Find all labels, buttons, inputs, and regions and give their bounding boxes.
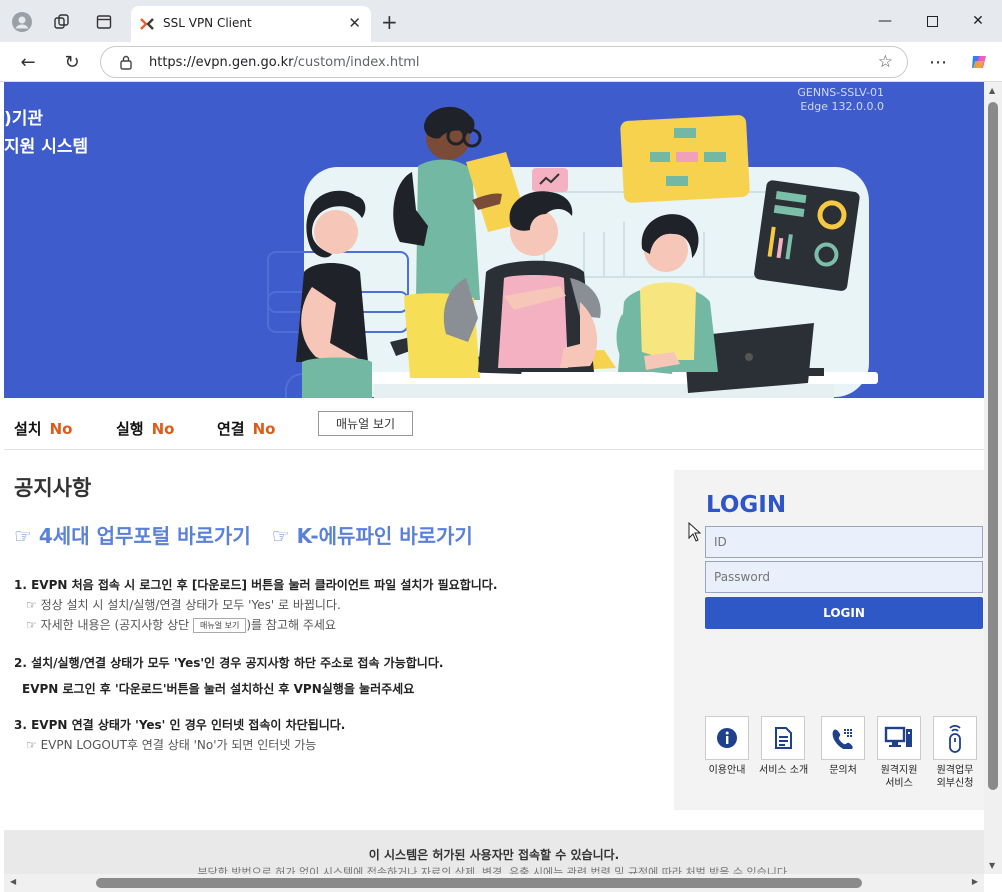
footer-notice: 이 시스템은 허가된 사용자만 접속할 수 있습니다. [368, 848, 620, 862]
run-status: 실행 No [116, 420, 175, 438]
scroll-right-icon[interactable]: ▶ [972, 877, 978, 886]
scroll-down-icon[interactable]: ▼ [989, 861, 995, 870]
k-edufine-link[interactable]: ☞ K-에듀파인 바로가기 [272, 524, 473, 548]
notice-item-2: 2. 설치/실행/연결 상태가 모두 'Yes'인 경우 공지사항 하단 주소로… [14, 656, 444, 670]
remote-device-icon [949, 725, 961, 753]
hero-title-line2: 지원 시스템 [4, 137, 89, 157]
team-meeting-illustration [267, 106, 878, 398]
url-text: https://evpn.gen.go.kr/custom/index.html [149, 55, 420, 70]
url-input[interactable]: https://evpn.gen.go.kr/custom/index.html… [100, 46, 908, 78]
horizontal-scrollbar[interactable]: ◀ ▶ [4, 874, 984, 892]
vertical-scrollbar[interactable]: ▲ ▼ [984, 82, 1002, 874]
edu-portal-link[interactable]: ☞ 4세대 업무포털 바로가기 [14, 524, 251, 548]
tab-title: SSL VPN Client [163, 16, 252, 30]
tab-ssl-vpn[interactable]: SSL VPN Client ✕ [131, 6, 371, 42]
refresh-icon[interactable]: ↻ [60, 50, 84, 74]
back-icon[interactable]: ← [16, 50, 40, 74]
window-close-icon[interactable]: ✕ [963, 8, 993, 34]
tab-actions-icon[interactable] [93, 11, 115, 33]
login-title: LOGIN [706, 492, 787, 518]
service-intro-button[interactable]: 서비스 소개 [759, 716, 808, 777]
portal-links: ☞ 4세대 업무포털 바로가기 ☞ K-에듀파인 바로가기 [14, 520, 487, 549]
copilot-icon[interactable] [967, 50, 991, 74]
login-button[interactable]: LOGIN [705, 597, 983, 629]
remote-work-request-button[interactable]: 원격업무 외부신청 [931, 716, 979, 790]
contact-button[interactable]: 문의처 [819, 716, 867, 777]
workspaces-icon[interactable] [51, 11, 73, 33]
service-guide-button[interactable]: 이용안내 [703, 716, 751, 777]
document-icon [775, 727, 792, 749]
remote-support-icon [884, 726, 912, 747]
scroll-up-icon[interactable]: ▲ [989, 86, 995, 95]
notice-item-1-sub-2: ☞ 자세한 내용은 (공지사항 상단 매뉴얼 보기)를 참고해 주세요 [26, 618, 336, 633]
login-panel: LOGIN LOGIN 이용안내 서비스 소개 문의처 원격지원 서 [674, 470, 984, 810]
manual-view-button[interactable]: 매뉴얼 보기 [318, 411, 413, 436]
info-icon [717, 728, 737, 748]
notice-item-1-sub-1: ☞ 정상 설치 시 설치/실행/연결 상태가 모두 'Yes' 로 바뀝니다. [26, 598, 341, 612]
notice-title: 공지사항 [14, 476, 92, 500]
lock-icon[interactable] [119, 54, 133, 74]
notice-item-1: 1. EVPN 처음 접속 시 로그인 후 [다운로드] 버튼을 눌러 클라이언… [14, 578, 498, 592]
footer: 이 시스템은 허가된 사용자만 접속할 수 있습니다. 부당한 방법으로 허가 … [4, 830, 984, 874]
hero-banner: )기관 지원 시스템 GENNS-SSLV-01 Edge 132.0.0.0 [4, 82, 984, 398]
notice-item-3: 3. EVPN 연결 상태가 'Yes' 인 경우 인터넷 접속이 차단됩니다. [14, 718, 346, 732]
horizontal-scroll-thumb[interactable] [96, 878, 862, 888]
inline-manual-button[interactable]: 매뉴얼 보기 [193, 618, 247, 633]
notice-item-3-sub: ☞ EVPN LOGOUT후 연결 상태 'No'가 되면 인터넷 가능 [26, 738, 317, 752]
vertical-scroll-thumb[interactable] [988, 102, 998, 790]
mouse-cursor-icon [688, 522, 702, 542]
close-icon[interactable]: ✕ [348, 14, 361, 32]
site-favicon-icon [139, 16, 155, 36]
footer-warning: 부당한 방법으로 허가 없이 시스템에 접속하거나 자료의 삭제, 변경, 유출… [197, 866, 791, 874]
phone-icon [832, 729, 853, 749]
connect-status: 연결 No [217, 420, 276, 438]
install-status: 설치 No [14, 420, 73, 438]
id-input[interactable] [705, 526, 983, 558]
maximize-icon[interactable] [917, 8, 947, 34]
minimize-icon[interactable]: — [870, 8, 900, 34]
hero-title-line1: )기관 [4, 109, 44, 129]
status-bar: 설치 No 실행 No 연결 No 매뉴얼 보기 [4, 398, 984, 450]
profile-icon[interactable] [11, 11, 33, 33]
more-icon[interactable]: ⋯ [926, 50, 950, 74]
scroll-left-icon[interactable]: ◀ [10, 877, 16, 886]
remote-support-button[interactable]: 원격지원 서비스 [875, 716, 923, 790]
page-viewport: )기관 지원 시스템 GENNS-SSLV-01 Edge 132.0.0.0 [4, 82, 984, 874]
browser-tab-bar: SSL VPN Client ✕ + — ✕ [0, 0, 1002, 42]
password-input[interactable] [705, 561, 983, 593]
notice-item-2-sub: EVPN 로그인 후 '다운로드'버튼을 눌러 설치하신 후 VPN실행을 눌러… [22, 682, 415, 696]
address-bar: ← ↻ https://evpn.gen.go.kr/custom/index.… [0, 42, 1002, 82]
favorite-star-icon[interactable]: ☆ [878, 52, 893, 72]
new-tab-icon[interactable]: + [381, 10, 398, 34]
